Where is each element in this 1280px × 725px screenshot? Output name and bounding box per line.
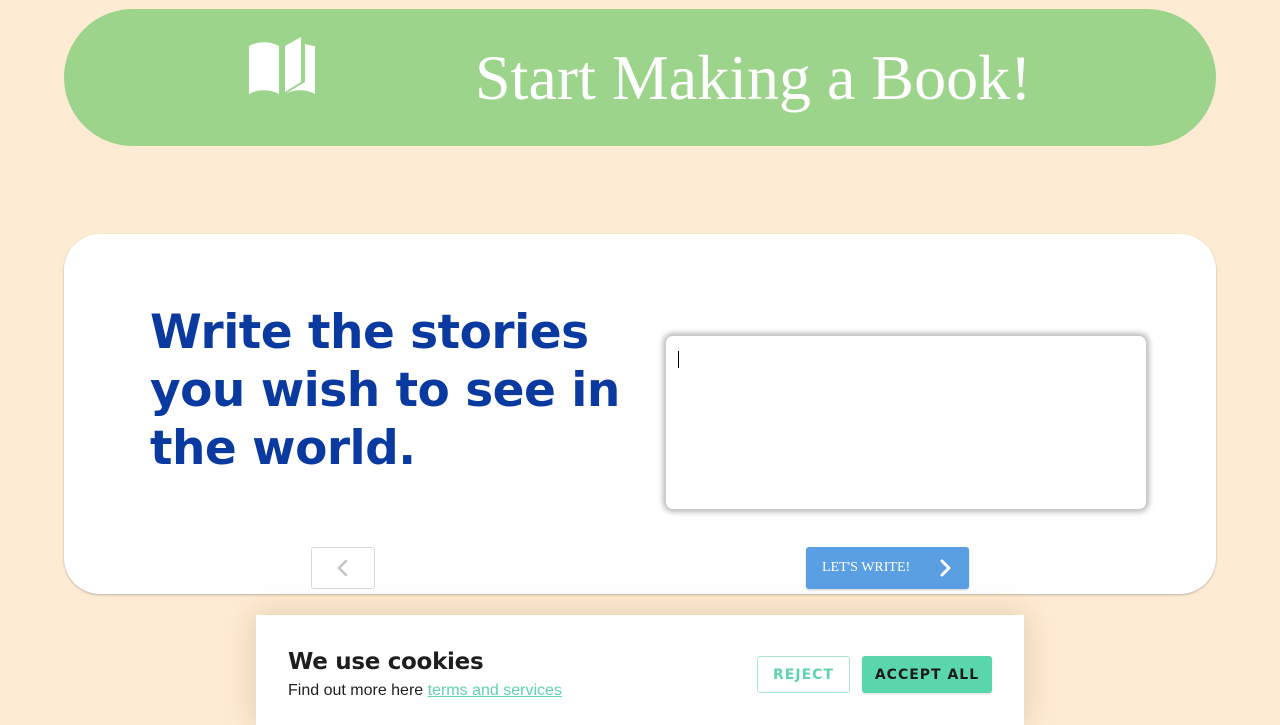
accept-all-cookies-button[interactable]: ACCEPT ALL — [862, 656, 992, 693]
terms-link[interactable]: terms and services — [428, 682, 562, 699]
cookie-title: We use cookies — [288, 649, 484, 675]
lets-write-label: LET'S WRITE! — [822, 560, 911, 575]
reject-cookies-button[interactable]: REJECT — [757, 656, 850, 693]
chevron-right-icon — [940, 559, 951, 577]
chevron-left-icon — [337, 559, 348, 577]
headline: Write the stories you wish to see in the… — [150, 305, 620, 476]
cookie-text-label: Find out more here — [288, 682, 428, 699]
text-caret — [678, 351, 679, 368]
page-title: Start Making a Book! — [475, 42, 1032, 113]
story-input[interactable] — [665, 335, 1147, 510]
lets-write-button[interactable]: LET'S WRITE! — [806, 547, 969, 589]
book-open-icon — [249, 37, 315, 94]
previous-button[interactable] — [311, 547, 375, 589]
cookie-text: Find out more here terms and services — [288, 681, 562, 701]
